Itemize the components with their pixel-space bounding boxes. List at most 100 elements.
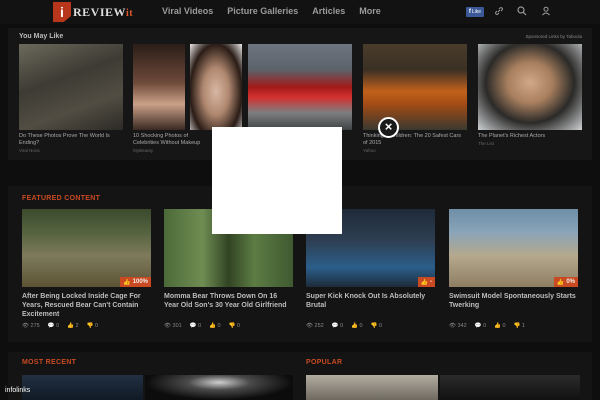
site-header: i REVIEWit Viral Videos Picture Gallerie… xyxy=(0,0,600,24)
views-count: 👁 252 xyxy=(306,323,324,329)
sponsored-card-1[interactable]: Do These Photos Prove The World Is Endin… xyxy=(19,44,123,153)
sponsored-card-2[interactable]: 10 Shocking Photos of Celebrities Withou… xyxy=(133,44,200,153)
site-logo[interactable]: i REVIEWit xyxy=(53,2,133,22)
likes-value: 0 xyxy=(502,323,506,329)
overlay-ad-frame[interactable] xyxy=(212,127,342,234)
dislikes-value: 0 xyxy=(379,323,383,329)
dislikes-count[interactable]: 👎 1 xyxy=(514,323,525,329)
logo-text-main: REVIEW xyxy=(73,4,127,19)
rating-badge: 👍 0% xyxy=(553,277,578,287)
comments-value: 0 xyxy=(340,323,344,329)
card-image-orange-suv[interactable] xyxy=(363,44,467,130)
card-source: Yahoo xyxy=(363,148,376,153)
card-title[interactable]: Thinking of children: The 20 Safest Cars… xyxy=(363,133,467,147)
dislikes-count[interactable]: 👎 0 xyxy=(229,323,240,329)
featured-stats-2: 👁 301 💬 0 👍 0 👎 0 xyxy=(164,323,240,329)
card-image-actor[interactable] xyxy=(478,44,582,130)
featured-item-title[interactable]: Super Kick Knock Out Is Absolutely Bruta… xyxy=(306,292,435,310)
likes-count[interactable]: 👍 0 xyxy=(351,323,362,329)
comments-count[interactable]: 💬 0 xyxy=(332,323,343,329)
main-nav: Viral Videos Picture Galleries Articles … xyxy=(162,6,381,16)
views-value: 342 xyxy=(457,323,467,329)
sponsored-card-3[interactable] xyxy=(248,44,352,130)
featured-item-1[interactable]: 👍 100% After Being Locked Inside Cage For… xyxy=(22,209,151,319)
recent-thumb-1[interactable] xyxy=(22,375,143,400)
dislikes-value: 1 xyxy=(522,323,526,329)
you-may-like-title: You May Like xyxy=(19,33,64,40)
card-title[interactable]: 10 Shocking Photos of Celebrities Withou… xyxy=(133,133,213,147)
logo-text-suffix: it xyxy=(126,7,134,19)
views-count: 👁 342 xyxy=(449,323,467,329)
user-icon[interactable] xyxy=(540,6,552,18)
facebook-icon: f xyxy=(468,9,471,15)
views-value: 275 xyxy=(30,323,40,329)
featured-image-beach[interactable]: 👍 0% xyxy=(449,209,578,287)
card-image-celebrity-face[interactable] xyxy=(190,44,242,130)
nav-more[interactable]: More xyxy=(359,6,381,16)
comments-value: 0 xyxy=(198,323,202,329)
featured-item-title[interactable]: Swimsuit Model Spontaneously Starts Twer… xyxy=(449,292,578,310)
card-source: The List xyxy=(478,141,495,146)
featured-stats-4: 👁 342 💬 0 👍 0 👎 1 xyxy=(449,323,525,329)
thumbs-up-icon: 👍 xyxy=(420,279,428,286)
comments-value: 0 xyxy=(483,323,487,329)
featured-content-title: FEATURED CONTENT xyxy=(22,195,101,202)
dislikes-count[interactable]: 👎 0 xyxy=(371,323,382,329)
link-icon[interactable] xyxy=(493,6,505,18)
dislikes-count[interactable]: 👎 0 xyxy=(87,323,98,329)
rating-badge-value: 100% xyxy=(132,279,148,285)
logo-mark: i xyxy=(53,2,71,22)
featured-stats-1: 👁 275 💬 0 👍 2 👎 0 xyxy=(22,323,98,329)
likes-count[interactable]: 👍 0 xyxy=(209,323,220,329)
card-image-celebrity[interactable] xyxy=(133,44,185,130)
comments-count[interactable]: 💬 0 xyxy=(48,323,59,329)
likes-count[interactable]: 👍 2 xyxy=(67,323,78,329)
featured-stats-3: 👁 252 💬 0 👍 0 👎 0 xyxy=(306,323,382,329)
rating-badge-value: 0% xyxy=(566,279,575,285)
logo-text: REVIEWit xyxy=(73,5,133,20)
sponsored-links-label[interactable]: Sponsored Links by Taboola xyxy=(526,34,582,39)
views-count: 👁 301 xyxy=(164,323,182,329)
rating-badge: 👍 100% xyxy=(120,277,151,287)
popular-title: POPULAR xyxy=(306,359,343,366)
nav-picture-galleries[interactable]: Picture Galleries xyxy=(227,6,298,16)
infolinks-label[interactable]: infolinks xyxy=(5,387,30,394)
nav-articles[interactable]: Articles xyxy=(312,6,345,16)
card-source: MyBeauty xyxy=(133,148,154,153)
card-image-rubble[interactable] xyxy=(19,44,123,130)
sponsored-card-2b[interactable] xyxy=(190,44,242,130)
card-source: Viral Nova xyxy=(19,148,40,153)
rating-badge: 👍 - xyxy=(417,277,435,287)
search-icon[interactable] xyxy=(516,6,528,18)
facebook-like-label: Like xyxy=(471,9,482,15)
dislikes-value: 0 xyxy=(95,323,99,329)
card-title[interactable]: Do These Photos Prove The World Is Endin… xyxy=(19,133,123,147)
card-title[interactable]: The Planet's Richest Actors xyxy=(478,133,582,140)
comments-count[interactable]: 💬 0 xyxy=(475,323,486,329)
nav-viral-videos[interactable]: Viral Videos xyxy=(162,6,213,16)
likes-value: 0 xyxy=(359,323,363,329)
popular-thumb-2[interactable] xyxy=(440,375,580,400)
close-overlay-button[interactable]: × xyxy=(378,117,399,138)
sponsored-card-5[interactable]: The Planet's Richest Actors The List xyxy=(478,44,582,146)
featured-item-title[interactable]: Momma Bear Throws Down On 16 Year Old So… xyxy=(164,292,293,310)
sponsored-card-4[interactable]: Thinking of children: The 20 Safest Cars… xyxy=(363,44,467,153)
featured-item-title[interactable]: After Being Locked Inside Cage For Years… xyxy=(22,292,151,319)
popular-thumb-1[interactable] xyxy=(306,375,438,400)
most-recent-title: MOST RECENT xyxy=(22,359,77,366)
likes-count[interactable]: 👍 0 xyxy=(494,323,505,329)
thumbs-up-icon: 👍 xyxy=(123,279,131,286)
views-count: 👁 275 xyxy=(22,323,40,329)
views-value: 252 xyxy=(314,323,324,329)
comments-count[interactable]: 💬 0 xyxy=(190,323,201,329)
card-image-red-car[interactable] xyxy=(248,44,352,130)
comments-value: 0 xyxy=(56,323,60,329)
dislikes-value: 0 xyxy=(237,323,241,329)
rating-badge-value: - xyxy=(430,279,432,285)
likes-value: 2 xyxy=(75,323,79,329)
featured-image-bear[interactable]: 👍 100% xyxy=(22,209,151,287)
views-value: 301 xyxy=(172,323,182,329)
facebook-like-button[interactable]: f Like xyxy=(466,7,484,17)
recent-thumb-2[interactable] xyxy=(145,375,293,400)
featured-item-4[interactable]: 👍 0% Swimsuit Model Spontaneously Starts … xyxy=(449,209,578,310)
